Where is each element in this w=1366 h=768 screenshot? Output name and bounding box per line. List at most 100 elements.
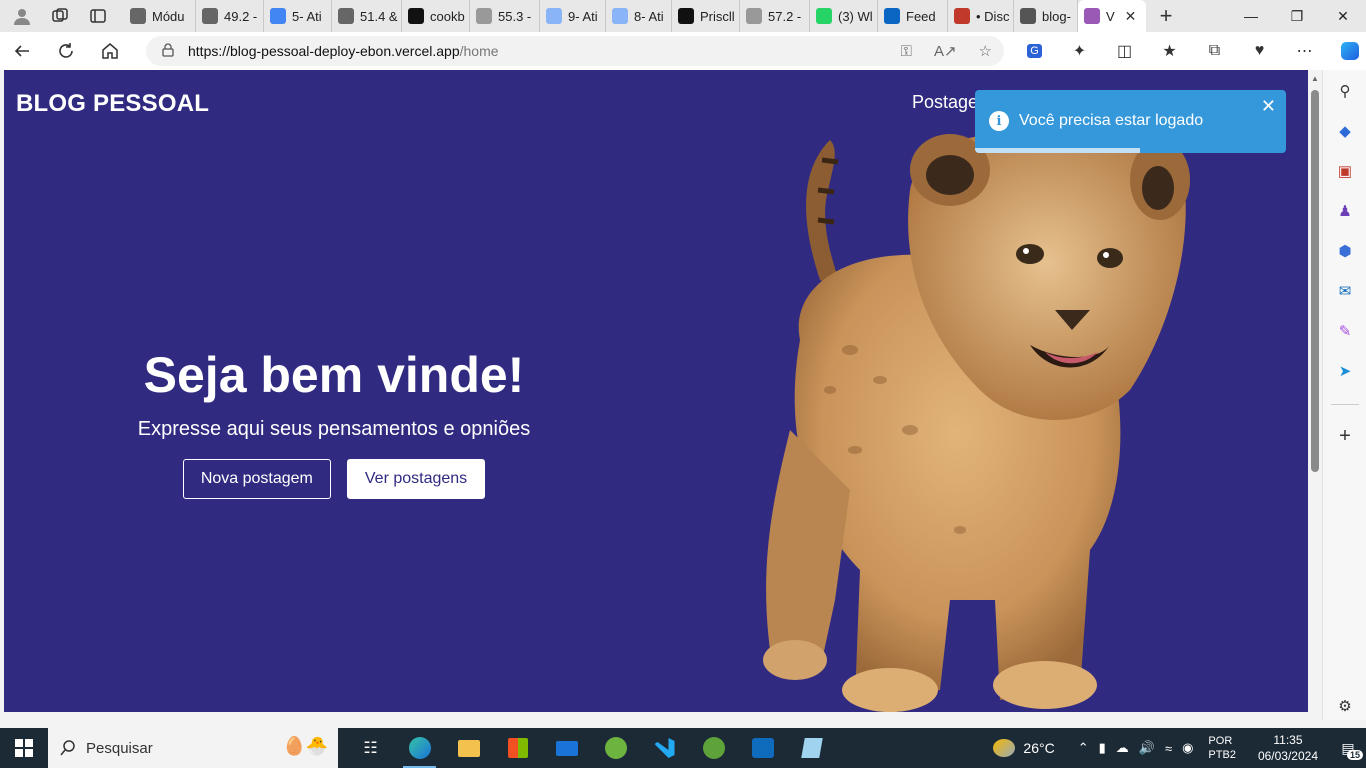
back-button[interactable]: [0, 32, 44, 70]
tab-close-icon[interactable]: ✕: [1125, 8, 1137, 25]
home-button[interactable]: [88, 32, 132, 70]
scroll-up-arrow-icon[interactable]: ▲: [1311, 74, 1319, 83]
window-controls: — ❐ ✕: [1228, 0, 1366, 32]
lock-icon[interactable]: [162, 42, 174, 60]
tab-label: 49.2 -: [224, 8, 258, 24]
browser-tab[interactable]: (3) Wl: [810, 0, 878, 32]
windows-taskbar: Pesquisar 🥚🐣 ☷ 26°C ⌃ ▮ ☁ 🔊 ≈ ◉ POR PTB2…: [0, 728, 1366, 768]
weather-widget[interactable]: 26°C: [993, 739, 1055, 757]
mail-icon[interactable]: [542, 728, 591, 768]
vscode-icon[interactable]: [640, 728, 689, 768]
sidebar-settings-icon[interactable]: ⚙: [1334, 695, 1356, 717]
designer-icon[interactable]: ✎: [1334, 320, 1356, 342]
back-arrow-icon: [14, 45, 29, 57]
onedrive-icon[interactable]: ☁: [1116, 740, 1129, 756]
outlook-taskbar-icon[interactable]: [738, 728, 787, 768]
minimize-button[interactable]: —: [1228, 0, 1274, 32]
spring-tools-2-icon[interactable]: [689, 728, 738, 768]
language-indicator[interactable]: POR PTB2: [1208, 734, 1236, 762]
hero-section: Seja bem vinde! Expresse aqui seus pensa…: [84, 340, 584, 499]
browser-tab[interactable]: 5- Ati: [264, 0, 332, 32]
store-icon[interactable]: [493, 728, 542, 768]
browser-tab[interactable]: V ✕: [1078, 0, 1146, 32]
shopping-icon[interactable]: ◆: [1334, 120, 1356, 142]
browser-tab[interactable]: 55.3 -: [470, 0, 540, 32]
browser-tab[interactable]: • Disc: [948, 0, 1014, 32]
new-post-button[interactable]: Nova postagem: [182, 459, 331, 499]
taskbar-search[interactable]: Pesquisar 🥚🐣: [48, 728, 338, 768]
camera-icon[interactable]: ◉: [1182, 740, 1193, 756]
login-required-toast: i Você precisa estar logado ✕: [975, 90, 1286, 153]
google-docs-icon: [270, 8, 286, 24]
file-explorer-icon[interactable]: [444, 728, 493, 768]
performance-icon[interactable]: ♥: [1237, 32, 1282, 70]
tab-actions-icon[interactable]: [86, 4, 110, 28]
view-posts-button[interactable]: Ver postagens: [346, 459, 486, 499]
clock[interactable]: 11:35 06/03/2024: [1258, 732, 1318, 764]
send-icon[interactable]: ➤: [1334, 360, 1356, 382]
tab-label: (3) Wl: [838, 8, 873, 24]
refresh-button[interactable]: [44, 32, 88, 70]
google-docs-icon: [546, 8, 562, 24]
new-tab-button[interactable]: +: [1150, 3, 1182, 29]
browser-tab[interactable]: 57.2 -: [740, 0, 810, 32]
search-icon: [60, 740, 75, 756]
close-window-button[interactable]: ✕: [1320, 0, 1366, 32]
translate-icon[interactable]: G: [1012, 32, 1057, 70]
tools-icon[interactable]: ▣: [1334, 160, 1356, 182]
notepad-icon[interactable]: [787, 728, 836, 768]
arrow-icon: [746, 8, 762, 24]
copilot-icon[interactable]: [1327, 32, 1366, 70]
hero-title: Seja bem vinde!: [143, 347, 525, 403]
address-bar[interactable]: https://blog-pessoal-deploy-ebon.vercel.…: [146, 36, 1004, 66]
browser-tab[interactable]: 49.2 -: [196, 0, 264, 32]
add-sidebar-item-icon[interactable]: +: [1334, 425, 1356, 447]
favorites-icon[interactable]: ★: [1147, 32, 1192, 70]
browser-tab[interactable]: Feed: [878, 0, 948, 32]
outlook-icon[interactable]: ✉: [1334, 280, 1356, 302]
restore-button[interactable]: ❐: [1274, 0, 1320, 32]
profile-icon[interactable]: [10, 4, 34, 28]
url-host: https://blog-pessoal-deploy-ebon.vercel.…: [188, 43, 460, 59]
read-aloud-icon[interactable]: A↗: [934, 42, 957, 60]
notification-center-icon[interactable]: ▤ 15: [1330, 728, 1366, 768]
browser-tab[interactable]: 8- Ati: [606, 0, 672, 32]
battery-icon[interactable]: ▮: [1099, 740, 1106, 756]
browser-tab[interactable]: 9- Ati: [540, 0, 606, 32]
favorite-star-icon[interactable]: ☆: [979, 42, 992, 60]
tab-label: Feed: [906, 8, 936, 24]
volume-icon[interactable]: 🔊: [1139, 740, 1155, 756]
microsoft-365-icon[interactable]: ⬢: [1334, 240, 1356, 262]
vite-icon: [1084, 8, 1100, 24]
network-icon[interactable]: ≈: [1165, 741, 1172, 756]
tab-label: 5- Ati: [292, 8, 322, 24]
whatsapp-icon: [816, 8, 832, 24]
collections-icon[interactable]: ⧉: [1192, 32, 1237, 70]
extensions-icon[interactable]: ✦: [1057, 32, 1102, 70]
browser-tab[interactable]: cookb: [402, 0, 470, 32]
horizontal-scroll-area: [0, 712, 1322, 720]
page-scrollbar[interactable]: ▲ ▼: [1308, 70, 1322, 720]
site-brand[interactable]: BLOG PESSOAL: [16, 90, 209, 118]
browser-tab[interactable]: blog-: [1014, 0, 1078, 32]
games-icon[interactable]: ♟: [1334, 200, 1356, 222]
browser-tab[interactable]: Módu: [124, 0, 196, 32]
key-icon[interactable]: ⚿: [901, 43, 912, 60]
scrollbar-thumb[interactable]: [1311, 90, 1319, 472]
chevron-up-icon[interactable]: ⌃: [1078, 740, 1089, 756]
browser-tab[interactable]: 51.4 &: [332, 0, 402, 32]
tab-label: 55.3 -: [498, 8, 532, 24]
spring-tools-icon[interactable]: [591, 728, 640, 768]
start-button[interactable]: [0, 728, 48, 768]
search-icon[interactable]: ⚲: [1334, 80, 1356, 102]
task-view-icon[interactable]: ☷: [346, 728, 395, 768]
toast-close-icon[interactable]: ✕: [1261, 96, 1276, 117]
workspaces-icon[interactable]: [48, 4, 72, 28]
page-viewport: BLOG PESSOAL Postage ir Seja bem vinde! …: [4, 70, 1308, 712]
tab-label: cookb: [430, 8, 465, 24]
browser-tab[interactable]: Priscll: [672, 0, 740, 32]
nav-link-postagens[interactable]: Postage: [912, 92, 978, 113]
split-screen-icon[interactable]: ◫: [1102, 32, 1147, 70]
more-menu-icon[interactable]: ⋯: [1282, 32, 1327, 70]
edge-taskbar-icon[interactable]: [395, 728, 444, 768]
